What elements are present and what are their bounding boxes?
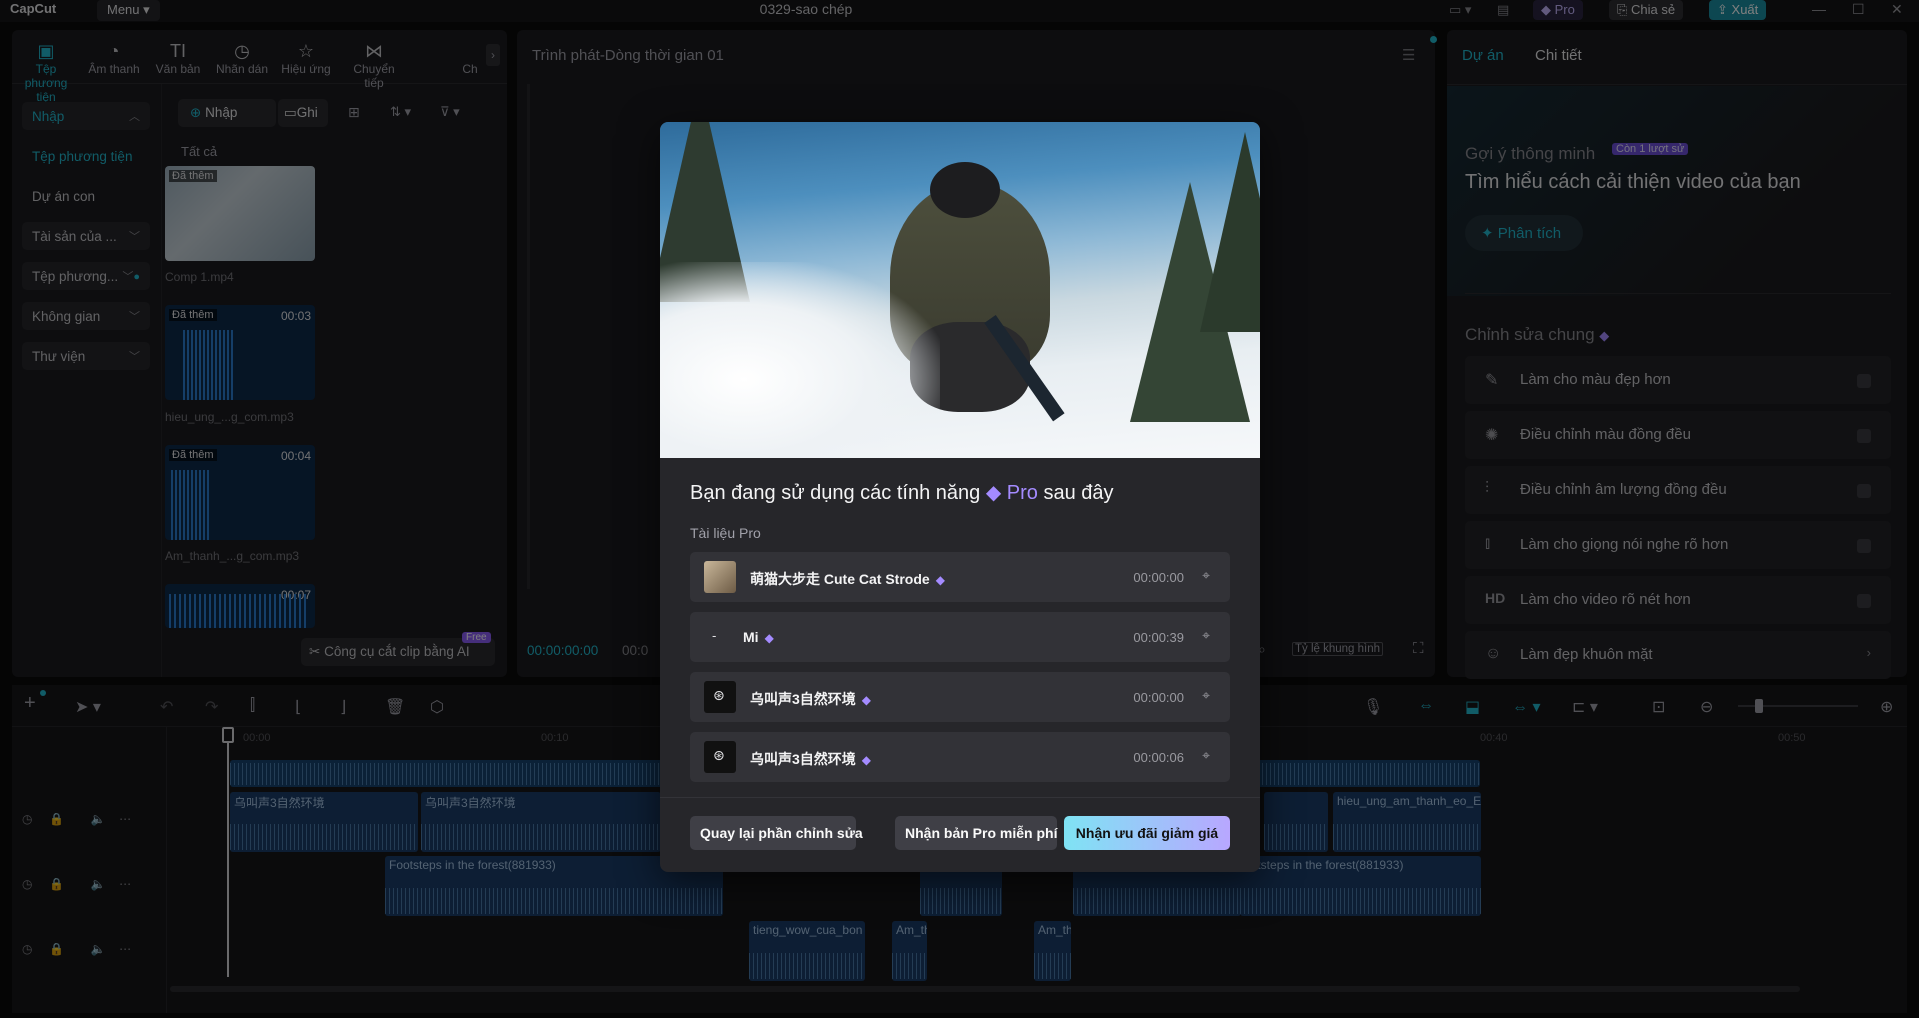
pro-asset-item[interactable]: ⊛ 乌叫声3自然环境 ◆ 00:00:06 ⌖ [690, 732, 1230, 782]
diamond-icon: ◆ [764, 631, 774, 645]
back-to-edit-button[interactable]: Quay lại phần chỉnh sửa [690, 816, 863, 850]
asset-thumbnail: ⊛ [704, 741, 736, 773]
diamond-icon: ◆ [935, 573, 945, 587]
dialog-title: Bạn đang sử dụng các tính năng ◆ Pro sau… [690, 482, 1114, 504]
pro-asset-item[interactable]: ⊛ 乌叫声3自然环境 ◆ 00:00:00 ⌖ [690, 672, 1230, 722]
divider [660, 797, 1260, 798]
asset-thumbnail [704, 561, 736, 593]
locate-icon[interactable]: ⌖ [1202, 747, 1210, 764]
dash-icon: - [712, 628, 717, 643]
diamond-icon: ◆ [861, 693, 872, 707]
hero-image [660, 122, 1260, 458]
dialog-section-label: Tài liệu Pro [690, 525, 761, 541]
diamond-icon: ◆ [861, 753, 872, 767]
locate-icon[interactable]: ⌖ [1202, 627, 1210, 644]
pro-asset-item[interactable]: - Mi ◆ 00:00:39 ⌖ [690, 612, 1230, 662]
locate-icon[interactable]: ⌖ [1202, 687, 1210, 704]
diamond-icon: ◆ [985, 482, 1002, 504]
pro-asset-item[interactable]: 萌猫大步走 Cute Cat Strode ◆ 00:00:00 ⌖ [690, 552, 1230, 602]
asset-thumbnail: ⊛ [704, 681, 736, 713]
pro-features-dialog: Bạn đang sử dụng các tính năng ◆ Pro sau… [660, 122, 1260, 872]
get-discount-button[interactable]: Nhận ưu đãi giảm giá [1064, 816, 1230, 850]
get-free-pro-button[interactable]: Nhận bản Pro miễn phí [895, 816, 1057, 850]
locate-icon[interactable]: ⌖ [1202, 567, 1210, 584]
